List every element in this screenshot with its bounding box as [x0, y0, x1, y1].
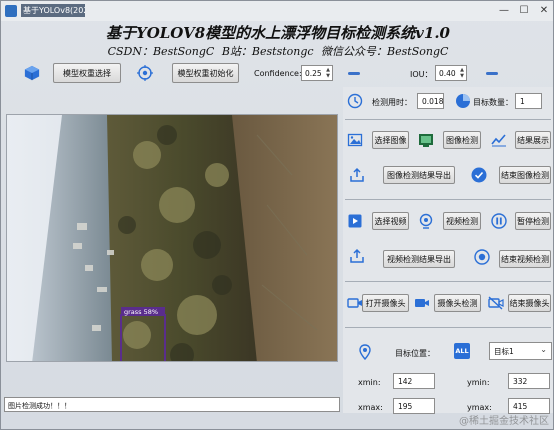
export-video-results-button[interactable]: 视频检测结果导出 [383, 250, 455, 268]
all-badge-icon: ALL [454, 343, 470, 359]
detection-label: grass 58% [124, 308, 158, 316]
count-label: 目标数量： [473, 98, 513, 107]
image-viewer: grass 58% [6, 114, 338, 362]
select-video-button[interactable]: 选择视频 [372, 212, 409, 230]
divider [345, 119, 551, 120]
stop-icon [474, 249, 490, 265]
status-message: 图片检测成功！！！ [4, 397, 340, 412]
export-icon [349, 167, 365, 183]
title-bar: 基于YOLOv8(2023) — ☐ ✕ [1, 1, 553, 21]
pause-detect-button[interactable]: 暂停检测 [515, 212, 551, 230]
iou-label: IOU： [410, 70, 433, 79]
select-weights-button[interactable]: 模型权重选择 [53, 63, 121, 83]
ymin-label: ymin: [467, 378, 490, 387]
image-detect-button[interactable]: 图像检测 [443, 131, 481, 149]
minimize-button[interactable]: — [497, 4, 511, 18]
page-title: 基于YOLOV8模型的水上漂浮物目标检测系统v1.0 [105, 24, 450, 42]
pie-chart-icon [455, 93, 471, 109]
window-title: 基于YOLOv8(2023) [21, 4, 85, 17]
webcam-icon [418, 213, 434, 229]
page-subtitle: CSDN：BestSongC B站：Beststongc 微信公众号：BestS… [107, 45, 449, 58]
image-detect-icon [418, 132, 434, 148]
iou-slider[interactable] [486, 72, 498, 75]
time-label: 检测用时： [372, 98, 412, 107]
camera-off-icon [488, 295, 504, 311]
export-image-results-button[interactable]: 图像检测结果导出 [383, 166, 455, 184]
spin-arrows-icon[interactable]: ▲ ▼ [325, 67, 331, 79]
show-results-button[interactable]: 结果展示 [515, 131, 551, 149]
end-video-detect-button[interactable]: 结束视频检测 [499, 250, 551, 268]
check-circle-icon [471, 167, 487, 183]
divider [345, 327, 551, 328]
xmax-field: 195 [393, 398, 435, 414]
target-position-label: 目标位置： [395, 349, 435, 358]
watermark: @稀土掘金技术社区 [459, 416, 549, 427]
time-field: 0.018 [417, 93, 444, 109]
end-image-detect-button[interactable]: 结束图像检测 [499, 166, 551, 184]
select-image-button[interactable]: 选择图像 [372, 131, 409, 149]
iou-value: 0.40 [439, 69, 456, 78]
confidence-spinbox[interactable]: 0.25 ▲ ▼ [301, 65, 333, 81]
open-camera-button[interactable]: 打开摄像头 [362, 294, 409, 312]
xmin-field: 142 [393, 373, 435, 389]
count-field: 1 [515, 93, 542, 109]
iou-spinbox[interactable]: 0.40 ▲ ▼ [435, 65, 467, 81]
app-window: 基于YOLOv8(2023) — ☐ ✕ 基于YOLOV8模型的水上漂浮物目标检… [0, 0, 554, 430]
pause-icon [491, 213, 507, 229]
camera-detect-button[interactable]: 摄像头检测 [434, 294, 481, 312]
video-file-icon [347, 213, 363, 229]
confidence-label: Confidence: [254, 69, 302, 78]
location-pin-icon [357, 344, 373, 360]
ymin-field: 332 [508, 373, 550, 389]
cube-icon [23, 64, 41, 82]
confidence-slider[interactable] [348, 72, 360, 75]
ymax-label: ymax: [467, 403, 492, 412]
end-camera-button[interactable]: 结束摄像头 [508, 294, 551, 312]
target-icon [137, 65, 153, 81]
trend-icon [491, 132, 507, 148]
app-icon [5, 5, 17, 17]
xmax-label: xmax: [358, 403, 383, 412]
confidence-value: 0.25 [305, 69, 322, 78]
export-icon [349, 248, 365, 264]
divider [345, 281, 551, 282]
maximize-button[interactable]: ☐ [517, 4, 531, 18]
clock-icon [347, 93, 363, 109]
video-camera-icon [414, 295, 430, 311]
init-weights-button[interactable]: 模型权重初始化 [172, 63, 239, 83]
spin-arrows-icon[interactable]: ▲ ▼ [459, 67, 465, 79]
detected-image: grass 58% [7, 115, 337, 361]
camera-icon [347, 295, 363, 311]
close-button[interactable]: ✕ [537, 4, 551, 18]
image-icon [347, 132, 363, 148]
divider [345, 199, 551, 200]
video-detect-button[interactable]: 视频检测 [443, 212, 481, 230]
target-selector[interactable]: 目标1 ⌄ [489, 342, 552, 360]
chevron-down-icon: ⌄ [540, 345, 547, 354]
target-selector-value: 目标1 [494, 347, 514, 356]
xmin-label: xmin: [358, 378, 381, 387]
